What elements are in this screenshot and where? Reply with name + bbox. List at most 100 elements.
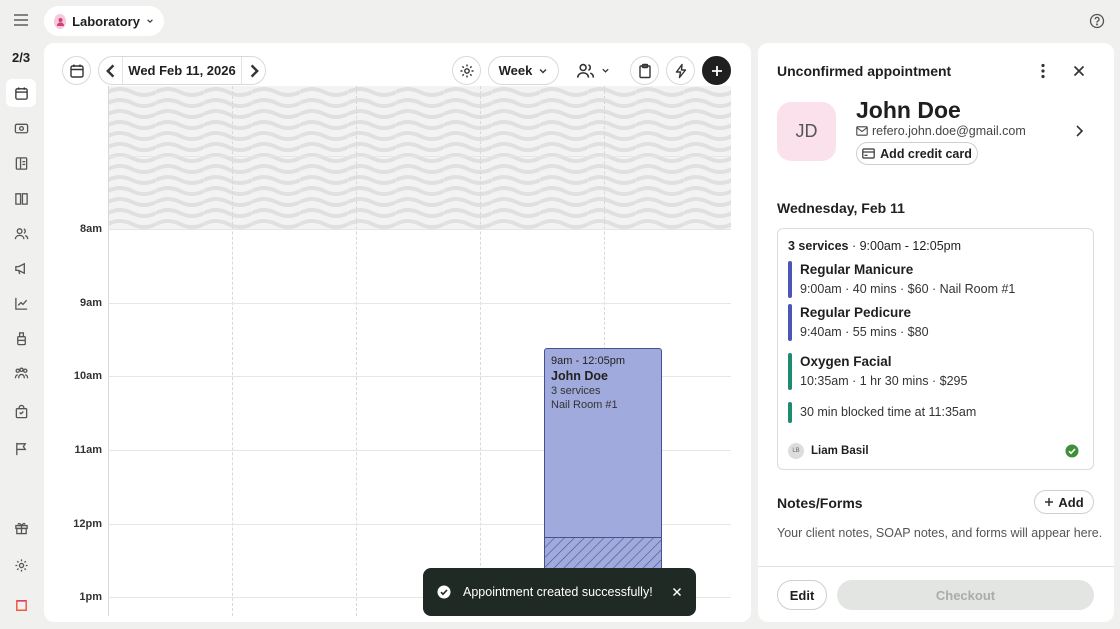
appointment-date: Wednesday, Feb 11	[777, 200, 905, 216]
users-icon	[14, 227, 28, 239]
grid-line	[108, 156, 731, 157]
sidebar-item-invoices[interactable]	[6, 149, 36, 177]
hour-label: 8am	[79, 223, 102, 235]
close-icon[interactable]	[672, 587, 682, 597]
service-color-bar	[788, 353, 792, 390]
mail-icon	[856, 126, 868, 136]
staff-filter-button[interactable]	[569, 56, 617, 85]
staff-avatar: LB	[788, 443, 804, 459]
service-meta: 10:35am · 1 hr 30 mins · $295	[800, 374, 968, 388]
date-navigator: Wed Feb 11, 2026	[98, 56, 266, 85]
blocked-time-item[interactable]: 30 min blocked time at 11:35am	[788, 402, 976, 423]
grid-line	[108, 303, 731, 304]
appointment-services: 3 services	[551, 385, 601, 397]
grid-line	[480, 86, 481, 616]
notes-forms-title: Notes/Forms	[777, 495, 863, 511]
hour-label: 12pm	[73, 518, 102, 530]
grid-line	[232, 86, 233, 616]
client-name[interactable]: John Doe	[856, 97, 961, 124]
current-date-label[interactable]: Wed Feb 11, 2026	[128, 63, 235, 78]
view-select[interactable]: Week	[488, 56, 559, 85]
close-icon	[1073, 65, 1085, 77]
service-meta: 9:00am · 40 mins · $60 · Nail Room #1	[800, 282, 1016, 296]
menu-icon[interactable]	[12, 12, 30, 28]
add-credit-card-label: Add credit card	[880, 146, 972, 161]
cash-icon	[14, 123, 28, 133]
next-day-button[interactable]	[241, 57, 265, 84]
sidebar-item-brand[interactable]	[6, 591, 36, 619]
panel-title: Unconfirmed appointment	[777, 63, 952, 79]
toast-message: Appointment created successfully!	[463, 585, 653, 599]
appointment-block[interactable]: 9am - 12:05pm John Doe 3 services Nail R…	[544, 348, 662, 575]
add-note-button[interactable]: Add	[1034, 490, 1094, 514]
service-item[interactable]: Oxygen Facial 10:35am · 1 hr 30 mins · $…	[788, 353, 967, 390]
calendar-icon	[14, 86, 28, 100]
view-select-label: Week	[498, 63, 533, 78]
plus-icon	[1045, 498, 1054, 506]
help-icon[interactable]	[1089, 13, 1105, 29]
sidebar-item-gifts[interactable]	[6, 513, 36, 541]
sidebar-item-marketing[interactable]	[6, 254, 36, 282]
waitlist-button[interactable]	[630, 56, 659, 85]
panel-footer: Edit Checkout	[758, 566, 1114, 622]
chevron-down-icon	[147, 19, 153, 23]
services-card: 3 services · 9:00am - 12:05pm Regular Ma…	[777, 228, 1094, 470]
edit-button[interactable]: Edit	[777, 580, 827, 610]
service-color-bar	[788, 304, 792, 341]
services-summary: 3 services · 9:00am - 12:05pm	[788, 239, 961, 253]
sidebar-item-clients[interactable]	[6, 219, 36, 247]
hour-label: 1pm	[79, 591, 102, 603]
calendar-grid[interactable]: 9am - 12:05pm John Doe 3 services Nail R…	[108, 86, 731, 616]
service-item[interactable]: Regular Manicure 9:00am · 40 mins · $60 …	[788, 261, 1015, 298]
chevron-right-icon[interactable]	[1071, 123, 1087, 139]
chart-icon	[14, 297, 27, 310]
staff-member[interactable]: LB Liam Basil	[788, 443, 869, 459]
shopping-bag-icon	[15, 404, 27, 418]
grid-line	[108, 229, 731, 230]
service-name: Regular Pedicure	[800, 305, 912, 320]
calendar-icon	[69, 64, 84, 78]
service-name: Oxygen Facial	[800, 354, 892, 369]
notes-empty-text: Your client notes, SOAP notes, and forms…	[777, 526, 1103, 540]
sidebar-item-team[interactable]	[6, 359, 36, 387]
add-appointment-button[interactable]	[702, 56, 731, 85]
users-icon	[577, 63, 595, 78]
calendar-settings-button[interactable]	[452, 56, 481, 85]
grid-line	[356, 86, 357, 616]
location-selector[interactable]: Laboratory	[44, 6, 164, 36]
lightning-icon	[675, 63, 686, 78]
sidebar-item-shop[interactable]	[6, 397, 36, 425]
blocked-time-text: 30 min blocked time at 11:35am	[800, 405, 977, 419]
check-circle-icon	[1065, 444, 1079, 458]
client-avatar: JD	[777, 102, 836, 161]
client-email: refero.john.doe@gmail.com	[856, 124, 1026, 138]
close-panel-button[interactable]	[1069, 61, 1089, 81]
more-options-button[interactable]	[1033, 61, 1053, 81]
calendar-view: Wed Feb 11, 2026 Week 8am 9am 10am 11am …	[44, 43, 751, 622]
appointment-room: Nail Room #1	[551, 399, 618, 411]
calendar-picker-button[interactable]	[62, 56, 91, 85]
sidebar-item-settings[interactable]	[6, 551, 36, 579]
chevron-left-icon	[105, 64, 114, 77]
chevron-down-icon	[602, 68, 609, 73]
add-credit-card-button[interactable]: Add credit card	[856, 142, 978, 165]
service-item[interactable]: Regular Pedicure 9:40am · 55 mins · $80	[788, 304, 929, 341]
services-range: · 9:00am - 12:05pm	[848, 239, 962, 253]
sidebar-item-catalog[interactable]	[6, 184, 36, 212]
brand-logo-icon	[15, 599, 27, 611]
hour-label: 11am	[74, 444, 102, 456]
sidebar-item-inventory[interactable]	[6, 324, 36, 352]
sidebar-item-sales[interactable]	[6, 114, 36, 142]
document-icon	[15, 156, 27, 170]
service-meta: 9:40am · 55 mins · $80	[800, 325, 929, 339]
sidebar-item-calendar[interactable]	[6, 79, 36, 107]
success-toast: Appointment created successfully!	[423, 568, 696, 616]
quick-action-button[interactable]	[666, 56, 695, 85]
clipboard-icon	[638, 63, 651, 78]
service-color-bar	[788, 261, 792, 298]
checkout-button[interactable]: Checkout	[837, 580, 1094, 610]
chevron-down-icon	[539, 68, 547, 73]
sidebar-item-flags[interactable]	[6, 434, 36, 462]
previous-day-button[interactable]	[99, 57, 123, 84]
sidebar-item-reports[interactable]	[6, 289, 36, 317]
